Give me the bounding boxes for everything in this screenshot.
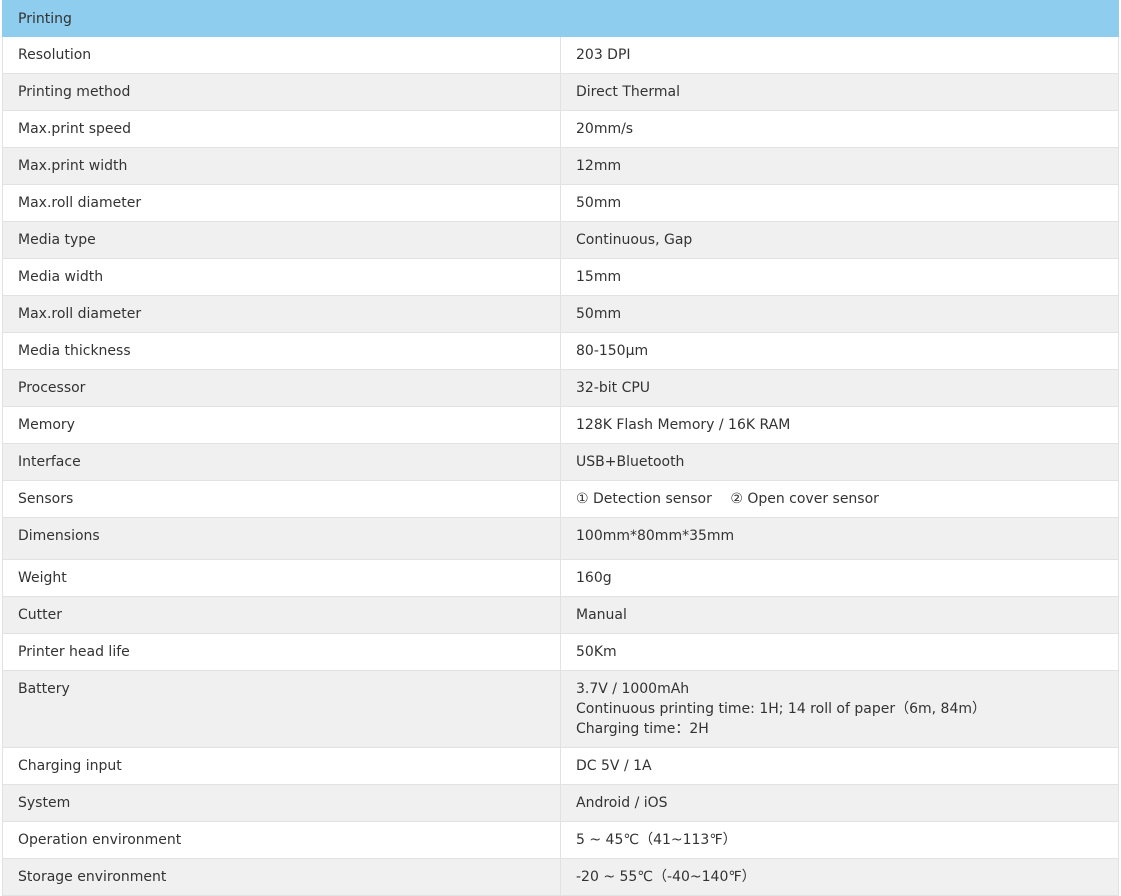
spec-label: Cutter — [2, 596, 561, 634]
spec-label: Memory — [2, 406, 561, 444]
spec-value: 12mm — [560, 147, 1119, 185]
spec-row-media-type: Media type Continuous, Gap — [2, 221, 1119, 259]
spec-value: USB+Bluetooth — [560, 443, 1119, 481]
spec-value: 50Km — [560, 633, 1119, 671]
spec-row-cutter: Cutter Manual — [2, 596, 1119, 634]
spec-label: Max.print speed — [2, 110, 561, 148]
spec-row-media-width: Media width 15mm — [2, 258, 1119, 296]
spec-row-battery: Battery 3.7V / 1000mAh Continuous printi… — [2, 670, 1119, 748]
spec-label: Max.roll diameter — [2, 295, 561, 333]
spec-label: Max.roll diameter — [2, 184, 561, 222]
spec-row-max-print-width: Max.print width 12mm — [2, 147, 1119, 185]
spec-value: 32-bit CPU — [560, 369, 1119, 407]
spec-label: System — [2, 784, 561, 822]
spec-label: Interface — [2, 443, 561, 481]
spec-value: -20 ~ 55℃（-40~140℉） — [560, 858, 1119, 896]
section-title: Printing — [2, 0, 1119, 37]
battery-charging-time: Charging time：2H — [576, 721, 709, 737]
spec-row-processor: Processor 32-bit CPU — [2, 369, 1119, 407]
spec-value: Direct Thermal — [560, 73, 1119, 111]
spec-value: 80-150μm — [560, 332, 1119, 370]
spec-row-weight: Weight 160g — [2, 559, 1119, 597]
spec-row-printing-method: Printing method Direct Thermal — [2, 73, 1119, 111]
spec-value: 128K Flash Memory / 16K RAM — [560, 406, 1119, 444]
spec-label: Printing method — [2, 73, 561, 111]
spec-value: 20mm/s — [560, 110, 1119, 148]
spec-label: Max.print width — [2, 147, 561, 185]
spec-value: 160g — [560, 559, 1119, 597]
spec-row-charging-input: Charging input DC 5V / 1A — [2, 747, 1119, 785]
spec-value: 15mm — [560, 258, 1119, 296]
spec-row-max-print-speed: Max.print speed 20mm/s — [2, 110, 1119, 148]
spec-row-max-roll-diameter: Max.roll diameter 50mm — [2, 184, 1119, 222]
spec-value: 50mm — [560, 295, 1119, 333]
spec-label: Weight — [2, 559, 561, 597]
spec-row-memory: Memory 128K Flash Memory / 16K RAM — [2, 406, 1119, 444]
spec-row-operation-environment: Operation environment 5 ~ 45℃（41~113℉） — [2, 821, 1119, 859]
spec-value: 203 DPI — [560, 36, 1119, 74]
spec-label: Media thickness — [2, 332, 561, 370]
spec-value: ① Detection sensor ② Open cover sensor — [560, 480, 1119, 518]
spec-label: Media width — [2, 258, 561, 296]
spec-label: Media type — [2, 221, 561, 259]
spec-row-system: System Android / iOS — [2, 784, 1119, 822]
spec-value: 100mm*80mm*35mm — [560, 517, 1119, 560]
spec-label: Battery — [2, 670, 561, 748]
spec-label: Processor — [2, 369, 561, 407]
battery-capacity: 3.7V / 1000mAh — [576, 681, 690, 697]
spec-value: 3.7V / 1000mAh Continuous printing time:… — [560, 670, 1119, 748]
spec-row-printer-head-life: Printer head life 50Km — [2, 633, 1119, 671]
spec-label: Sensors — [2, 480, 561, 518]
spec-label: Dimensions — [2, 517, 561, 560]
battery-printing-time: Continuous printing time: 1H; 14 roll of… — [576, 701, 986, 717]
spec-value: 5 ~ 45℃（41~113℉） — [560, 821, 1119, 859]
spec-row-media-thickness: Media thickness 80-150μm — [2, 332, 1119, 370]
spec-row-dimensions: Dimensions 100mm*80mm*35mm — [2, 517, 1119, 560]
spec-label: Charging input — [2, 747, 561, 785]
spec-row-storage-environment: Storage environment -20 ~ 55℃（-40~140℉） — [2, 858, 1119, 896]
spec-row-sensors: Sensors ① Detection sensor ② Open cover … — [2, 480, 1119, 518]
spec-row-interface: Interface USB+Bluetooth — [2, 443, 1119, 481]
spec-value: Android / iOS — [560, 784, 1119, 822]
spec-value: Manual — [560, 596, 1119, 634]
spec-label: Printer head life — [2, 633, 561, 671]
sensor-detection: ① Detection sensor — [576, 491, 712, 507]
spec-label: Operation environment — [2, 821, 561, 859]
spec-label: Storage environment — [2, 858, 561, 896]
spec-row-max-roll-diameter-2: Max.roll diameter 50mm — [2, 295, 1119, 333]
spec-value: DC 5V / 1A — [560, 747, 1119, 785]
section-header-row: Printing — [2, 0, 1119, 37]
spec-row-resolution: Resolution 203 DPI — [2, 36, 1119, 74]
spec-label: Resolution — [2, 36, 561, 74]
spec-value: 50mm — [560, 184, 1119, 222]
spec-value: Continuous, Gap — [560, 221, 1119, 259]
sensor-open-cover: ② Open cover sensor — [730, 491, 879, 507]
spec-table: Printing Resolution 203 DPI Printing met… — [2, 0, 1119, 896]
